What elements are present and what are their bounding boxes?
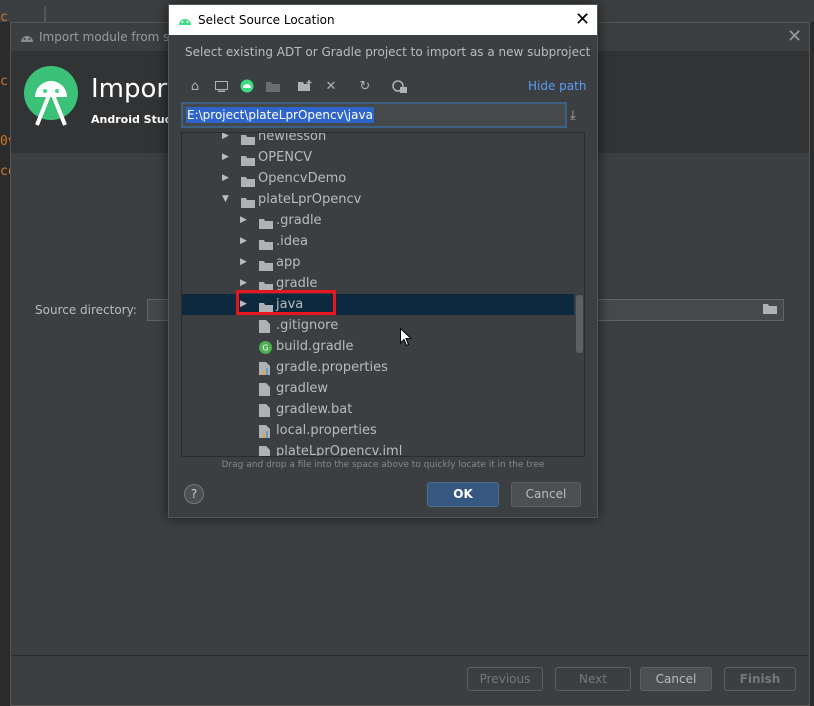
tree-row[interactable]: ▶ newlesson bbox=[182, 132, 574, 147]
tree-row-label: app bbox=[276, 255, 301, 270]
tree-row-label: gradle.properties bbox=[276, 360, 388, 375]
tree-row-label: plateLprOpencv.iml bbox=[276, 444, 403, 457]
tree-row-label: gradlew bbox=[276, 381, 329, 396]
tree-row-label: plateLprOpencv bbox=[258, 192, 362, 207]
ide-editor-gutter bbox=[0, 22, 10, 706]
select-source-dialog: Select Source Location ✕ Select existing… bbox=[168, 4, 598, 518]
tree-row[interactable]: plateLprOpencv.iml bbox=[182, 441, 574, 457]
ide-code-fragment: c bbox=[0, 74, 8, 89]
tree-row[interactable]: ▶ .idea bbox=[182, 231, 574, 252]
ok-button[interactable]: OK bbox=[427, 482, 499, 507]
tree-row[interactable]: ▶ app bbox=[182, 252, 574, 273]
tree-row[interactable]: local.properties bbox=[182, 420, 574, 441]
tree-row[interactable]: ▼ plateLprOpencv bbox=[182, 189, 574, 210]
help-button[interactable]: ? bbox=[184, 484, 204, 504]
mouse-cursor-icon bbox=[400, 328, 412, 347]
new-folder-icon[interactable] bbox=[297, 78, 313, 94]
svg-text:G: G bbox=[262, 344, 268, 353]
drag-drop-hint: Drag and drop a file into the space abov… bbox=[221, 460, 545, 470]
folder-icon bbox=[241, 194, 255, 208]
tree-row[interactable]: ▶ OpencvDemo bbox=[182, 168, 574, 189]
folder-icon bbox=[259, 278, 273, 292]
tree-row-label: OPENCV bbox=[258, 150, 312, 165]
gradle-file-icon: G bbox=[259, 340, 273, 354]
tree-row[interactable]: ▶ OPENCV bbox=[182, 147, 574, 168]
tree-row-label: newlesson bbox=[258, 132, 327, 144]
ide-toolbar-divider bbox=[44, 6, 46, 22]
footer-divider bbox=[11, 655, 809, 656]
path-text: E:\project\plateLprOpencv\java bbox=[186, 107, 374, 123]
close-icon[interactable]: ✕ bbox=[787, 26, 802, 47]
next-button[interactable]: Next bbox=[555, 667, 631, 691]
tree-row-label: .idea bbox=[276, 234, 308, 249]
tree-row[interactable]: ▶ .gradle bbox=[182, 210, 574, 231]
home-icon[interactable]: ⌂ bbox=[187, 78, 203, 94]
hide-path-link[interactable]: Hide path bbox=[528, 79, 586, 93]
expand-arrow-icon[interactable]: ▶ bbox=[222, 168, 229, 189]
folder-icon bbox=[259, 236, 273, 250]
delete-icon[interactable]: ✕ bbox=[323, 78, 339, 94]
refresh-icon[interactable]: ↻ bbox=[357, 78, 373, 94]
tree-row-label: build.gradle bbox=[276, 339, 354, 354]
folder-icon bbox=[259, 215, 273, 229]
file-icon bbox=[259, 382, 273, 396]
tree-row[interactable]: Gbuild.gradle bbox=[182, 336, 574, 357]
properties-file-icon bbox=[259, 361, 273, 375]
source-directory-label: Source directory: bbox=[35, 303, 137, 317]
module-folder-icon[interactable] bbox=[265, 78, 281, 94]
expand-arrow-icon[interactable]: ▶ bbox=[240, 252, 247, 273]
tree-row-label: .gitignore bbox=[276, 318, 339, 333]
file-icon bbox=[259, 445, 273, 456]
dialog-title: Select Source Location bbox=[198, 13, 335, 27]
collapse-arrow-icon[interactable]: ▼ bbox=[222, 189, 229, 210]
show-hidden-icon[interactable] bbox=[391, 78, 407, 94]
wizard-heading: Import bbox=[91, 74, 178, 104]
tree-row-label: OpencvDemo bbox=[258, 171, 347, 186]
expand-arrow-icon[interactable]: ▶ bbox=[240, 231, 247, 252]
file-icon bbox=[259, 319, 273, 333]
tree-row[interactable]: gradle.properties bbox=[182, 357, 574, 378]
window-title: Import module from s bbox=[39, 30, 170, 44]
tree-row-label: .gradle bbox=[276, 213, 322, 228]
tree-row-label: gradlew.bat bbox=[276, 402, 353, 417]
desktop-icon[interactable] bbox=[213, 78, 229, 94]
folder-icon bbox=[241, 133, 255, 145]
folder-icon bbox=[241, 173, 255, 187]
previous-button[interactable]: Previous bbox=[467, 667, 543, 691]
close-icon[interactable]: ✕ bbox=[575, 9, 590, 30]
wizard-cancel-button[interactable]: Cancel bbox=[640, 667, 712, 691]
browse-folder-icon[interactable] bbox=[763, 303, 777, 314]
file-icon bbox=[259, 403, 273, 417]
tree-scrollbar[interactable] bbox=[576, 295, 583, 353]
expand-arrow-icon[interactable]: ▶ bbox=[240, 210, 247, 231]
dialog-title-bar[interactable]: Select Source Location ✕ bbox=[169, 5, 597, 35]
tree-row[interactable]: gradlew bbox=[182, 378, 574, 399]
expand-arrow-icon[interactable]: ▶ bbox=[222, 147, 229, 168]
properties-file-icon bbox=[259, 424, 273, 438]
tree-row-label: local.properties bbox=[276, 423, 377, 438]
dialog-description: Select existing ADT or Gradle project to… bbox=[185, 45, 591, 59]
highlight-annotation bbox=[236, 290, 336, 315]
finish-button[interactable]: Finish bbox=[724, 667, 796, 691]
folder-icon bbox=[259, 257, 273, 271]
expand-arrow-icon[interactable]: ▶ bbox=[222, 133, 229, 147]
download-icon[interactable]: ⤓ bbox=[570, 108, 576, 123]
folder-icon bbox=[241, 152, 255, 166]
android-studio-logo-icon bbox=[24, 66, 78, 126]
cancel-button[interactable]: Cancel bbox=[511, 482, 581, 507]
ide-code-fragment: c bbox=[0, 10, 8, 25]
android-project-icon[interactable] bbox=[239, 78, 255, 94]
wizard-subheading: Android Stud bbox=[91, 113, 173, 126]
tree-row[interactable]: gradlew.bat bbox=[182, 399, 574, 420]
path-input[interactable]: E:\project\plateLprOpencv\java bbox=[181, 102, 567, 128]
android-icon bbox=[179, 19, 191, 25]
android-icon bbox=[21, 36, 33, 42]
tree-row[interactable]: .gitignore bbox=[182, 315, 574, 336]
